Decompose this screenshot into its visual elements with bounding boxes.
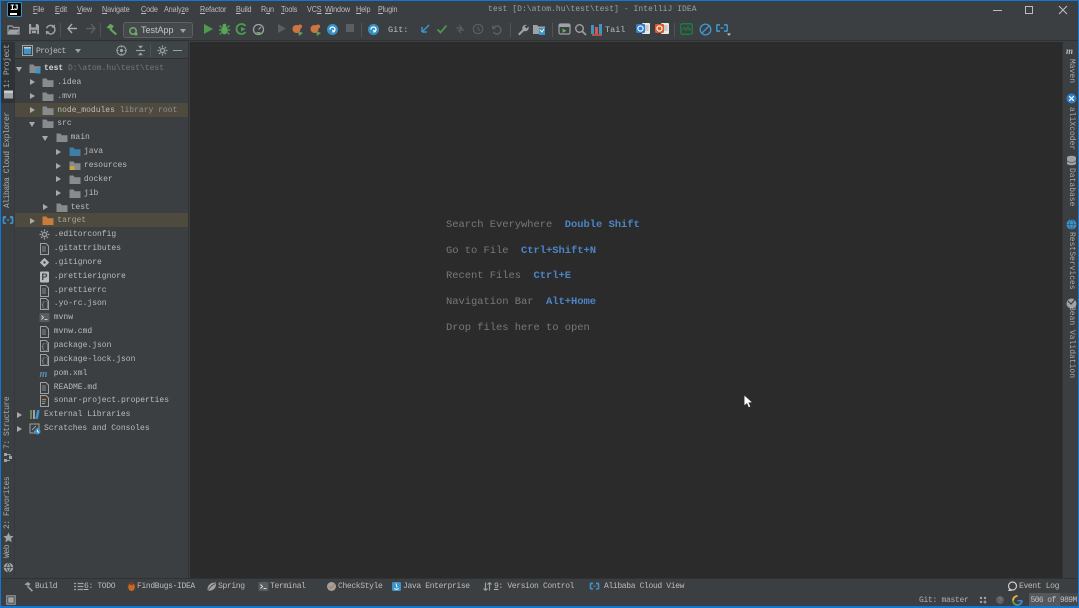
- svg-text:{}: {}: [41, 358, 49, 366]
- svg-text:P: P: [41, 272, 47, 282]
- svg-text:?: ?: [998, 598, 1002, 605]
- svg-text:m: m: [39, 369, 47, 379]
- svg-text:{}: {}: [41, 344, 49, 352]
- svg-text:{}: {}: [41, 302, 49, 310]
